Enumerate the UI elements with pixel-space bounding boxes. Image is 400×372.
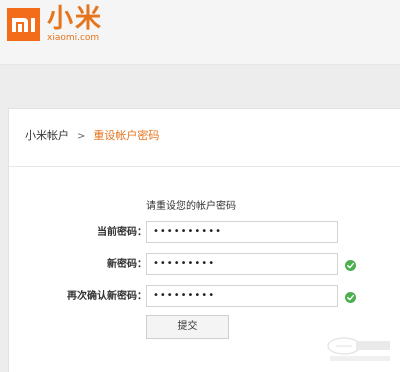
pconline-watermark-logo [327, 337, 390, 361]
breadcrumb: 小米帐户 > 重设帐户密码 [25, 129, 159, 144]
confirm-password-label: 再次确认新密码： [67, 291, 147, 302]
site-header: 小米 xiaomi.com [0, 0, 400, 65]
brand-domain: xiaomi.com [47, 33, 100, 43]
current-password-field[interactable]: •••••••••• [146, 221, 338, 243]
reset-password-card: 小米帐户 > 重设帐户密码 请重设您的帐户密码 当前密码： •••••••••• 新… [8, 108, 400, 372]
breadcrumb-home-link[interactable]: 小米帐户 [25, 129, 69, 142]
section-divider [9, 166, 400, 167]
current-password-label: 当前密码： [97, 227, 147, 238]
breadcrumb-separator: > [77, 131, 86, 142]
new-password-label: 新密码： [107, 259, 147, 270]
check-circle-icon [345, 260, 356, 271]
breadcrumb-current: 重设帐户密码 [93, 129, 160, 142]
form-title: 请重设您的帐户密码 [146, 201, 236, 212]
mi-logo-icon[interactable] [7, 8, 40, 41]
submit-button[interactable]: 提交 [146, 315, 229, 339]
new-password-field[interactable]: ••••••••• [146, 253, 338, 275]
confirm-password-field[interactable]: ••••••••• [146, 285, 338, 307]
brand-name[interactable]: 小米 [47, 4, 103, 34]
check-circle-icon [345, 292, 356, 303]
